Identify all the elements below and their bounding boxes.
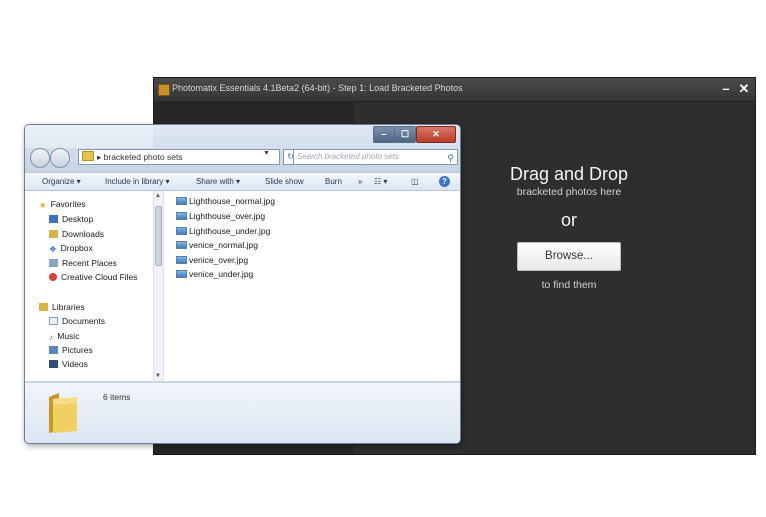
- nav-label: Documents: [62, 316, 105, 326]
- address-chevron-icon: ▸: [97, 152, 104, 162]
- nav-label: Recent Places: [62, 258, 117, 268]
- libraries-icon: [39, 303, 48, 311]
- file-name: Lighthouse_under.jpg: [189, 226, 271, 236]
- explorer-minimize-button[interactable]: –: [373, 126, 395, 143]
- downloads-icon: [49, 230, 58, 238]
- file-item[interactable]: Lighthouse_under.jpg: [176, 226, 270, 236]
- image-file-icon: [176, 212, 187, 220]
- nav-item-music[interactable]: ♪ Music: [49, 331, 80, 342]
- recent-places-icon: [49, 259, 58, 267]
- nav-label: Libraries: [52, 302, 85, 312]
- documents-icon: [49, 317, 58, 325]
- drop-zone[interactable]: Drag and Drop bracketed photos here or B…: [484, 164, 654, 291]
- star-icon: ★: [39, 200, 47, 210]
- pictures-icon: [49, 346, 58, 354]
- browse-button[interactable]: Browse...: [517, 242, 621, 271]
- photomatix-app-icon: [158, 84, 170, 96]
- find-label: to find them: [541, 279, 597, 291]
- dropbox-icon: ❖: [49, 244, 57, 254]
- nav-libraries-header[interactable]: Libraries: [39, 302, 85, 312]
- include-in-library-button[interactable]: Include in library ▾: [105, 177, 170, 186]
- minimize-button[interactable]: –: [718, 81, 734, 97]
- address-text: bracketed photo sets: [103, 152, 183, 162]
- videos-icon: [49, 360, 58, 368]
- nav-favorites-header[interactable]: ★ Favorites: [39, 199, 86, 210]
- slide-show-button[interactable]: Slide show: [265, 177, 304, 186]
- nav-item-documents[interactable]: Documents: [49, 316, 105, 326]
- nav-label: Pictures: [62, 345, 93, 355]
- music-icon: ♪: [49, 332, 54, 342]
- file-name: venice_under.jpg: [189, 269, 254, 279]
- drop-title: Drag and Drop: [509, 164, 629, 184]
- folder-icon: [82, 151, 94, 161]
- file-item[interactable]: Lighthouse_normal.jpg: [176, 196, 275, 206]
- search-placeholder: Search bracketed photo sets: [297, 152, 399, 161]
- details-pane: 6 items: [25, 382, 460, 443]
- scrollbar-thumb[interactable]: [155, 206, 162, 266]
- explorer-close-button[interactable]: ✕: [416, 126, 456, 143]
- explorer-titlebar[interactable]: – ☐ ✕ ▸ bracketed photo sets ▼ ↻ Search …: [25, 125, 460, 178]
- share-with-button[interactable]: Share with ▾: [196, 177, 240, 186]
- nav-label: Music: [57, 331, 80, 341]
- image-file-icon: [176, 197, 187, 205]
- photomatix-titlebar[interactable]: Photomatix Essentials 4.1Beta2 (64-bit) …: [154, 78, 755, 102]
- explorer-window: – ☐ ✕ ▸ bracketed photo sets ▼ ↻ Search …: [24, 124, 461, 444]
- nav-item-pictures[interactable]: Pictures: [49, 345, 93, 355]
- preview-pane-icon[interactable]: ◫: [411, 177, 419, 186]
- explorer-maximize-button[interactable]: ☐: [394, 126, 416, 143]
- creative-cloud-icon: [49, 273, 57, 281]
- image-file-icon: [176, 270, 187, 278]
- drop-subtitle: bracketed photos here: [516, 186, 622, 198]
- nav-label: Downloads: [62, 229, 105, 239]
- file-name: Lighthouse_normal.jpg: [189, 196, 276, 206]
- nav-item-desktop[interactable]: Desktop: [49, 214, 93, 224]
- back-button[interactable]: [30, 148, 50, 168]
- nav-item-recent-places[interactable]: Recent Places: [49, 258, 117, 268]
- photomatix-window-title: Photomatix Essentials 4.1Beta2 (64-bit) …: [172, 83, 463, 93]
- desktop-icon: [49, 215, 58, 223]
- item-count: 6 items: [103, 392, 131, 402]
- more-commands-button[interactable]: »: [358, 177, 362, 186]
- file-item[interactable]: venice_under.jpg: [176, 269, 253, 279]
- navigation-scrollbar[interactable]: ▲ ▼: [153, 191, 163, 381]
- folder-icon: [49, 393, 77, 433]
- file-name: venice_normal.jpg: [189, 240, 258, 250]
- image-file-icon: [176, 256, 187, 264]
- nav-item-downloads[interactable]: Downloads: [49, 229, 104, 239]
- nav-label: Videos: [62, 359, 88, 369]
- explorer-title-area: [25, 125, 153, 148]
- forward-button[interactable]: [50, 148, 70, 168]
- search-input[interactable]: Search bracketed photo sets ⚲: [293, 149, 458, 165]
- address-bar[interactable]: ▸ bracketed photo sets: [78, 149, 280, 165]
- file-item[interactable]: venice_over.jpg: [176, 255, 248, 265]
- nav-label: Dropbox: [60, 243, 93, 253]
- nav-label: Desktop: [62, 214, 94, 224]
- or-label: or: [560, 210, 577, 230]
- view-options-icon[interactable]: ☷ ▾: [374, 177, 387, 186]
- nav-item-dropbox[interactable]: ❖ Dropbox: [49, 243, 93, 254]
- nav-item-creative-cloud-files[interactable]: Creative Cloud Files: [49, 272, 138, 282]
- file-name: venice_over.jpg: [189, 255, 249, 265]
- image-file-icon: [176, 241, 187, 249]
- file-list: Lighthouse_normal.jpg Lighthouse_over.jp…: [164, 191, 460, 381]
- nav-item-videos[interactable]: Videos: [49, 359, 88, 369]
- search-icon: ⚲: [447, 153, 454, 163]
- nav-label: Creative Cloud Files: [61, 272, 138, 282]
- address-dropdown-icon[interactable]: ▼: [263, 150, 270, 157]
- file-item[interactable]: Lighthouse_over.jpg: [176, 211, 265, 221]
- organize-button[interactable]: Organize ▾: [42, 177, 81, 186]
- file-name: Lighthouse_over.jpg: [189, 211, 266, 221]
- burn-button[interactable]: Burn: [325, 177, 342, 186]
- image-file-icon: [176, 227, 187, 235]
- scroll-down-icon[interactable]: ▼: [155, 373, 161, 379]
- scroll-up-icon[interactable]: ▲: [155, 193, 161, 199]
- explorer-toolbar: Organize ▾ Include in library ▾ Share wi…: [25, 172, 460, 191]
- navigation-pane: ★ Favorites Desktop Downloads ❖ Dropbox Re…: [25, 191, 164, 381]
- file-item[interactable]: venice_normal.jpg: [176, 240, 258, 250]
- nav-label: Favorites: [50, 199, 86, 209]
- close-button[interactable]: ✕: [736, 81, 752, 97]
- help-icon[interactable]: ?: [439, 176, 450, 187]
